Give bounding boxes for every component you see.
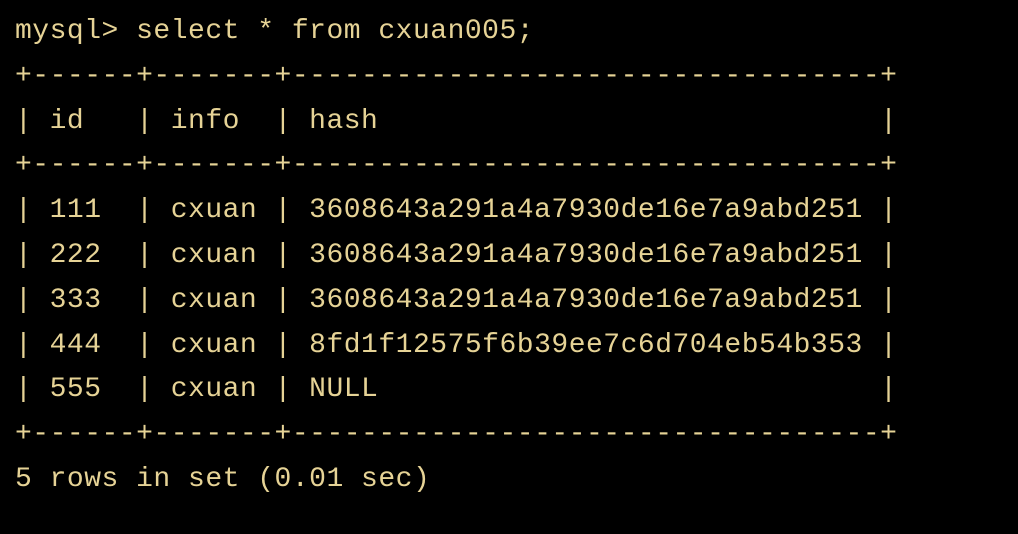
query-line: mysql> select * from cxuan005; (15, 10, 1003, 55)
mysql-prompt: mysql> (15, 16, 136, 47)
table-row: | 555 | cxuan | NULL | (15, 368, 1003, 413)
table-row: | 444 | cxuan | 8fd1f12575f6b39ee7c6d704… (15, 324, 1003, 369)
table-border-bottom: +------+-------+------------------------… (15, 413, 1003, 458)
terminal-output: mysql> select * from cxuan005; +------+-… (15, 10, 1003, 503)
table-row: | 111 | cxuan | 3608643a291a4a7930de16e7… (15, 189, 1003, 234)
table-border-mid: +------+-------+------------------------… (15, 144, 1003, 189)
result-footer: 5 rows in set (0.01 sec) (15, 458, 1003, 503)
sql-query: select * from cxuan005; (136, 16, 534, 47)
table-row: | 333 | cxuan | 3608643a291a4a7930de16e7… (15, 279, 1003, 324)
table-header-row: | id | info | hash | (15, 100, 1003, 145)
table-border-top: +------+-------+------------------------… (15, 55, 1003, 100)
table-row: | 222 | cxuan | 3608643a291a4a7930de16e7… (15, 234, 1003, 279)
